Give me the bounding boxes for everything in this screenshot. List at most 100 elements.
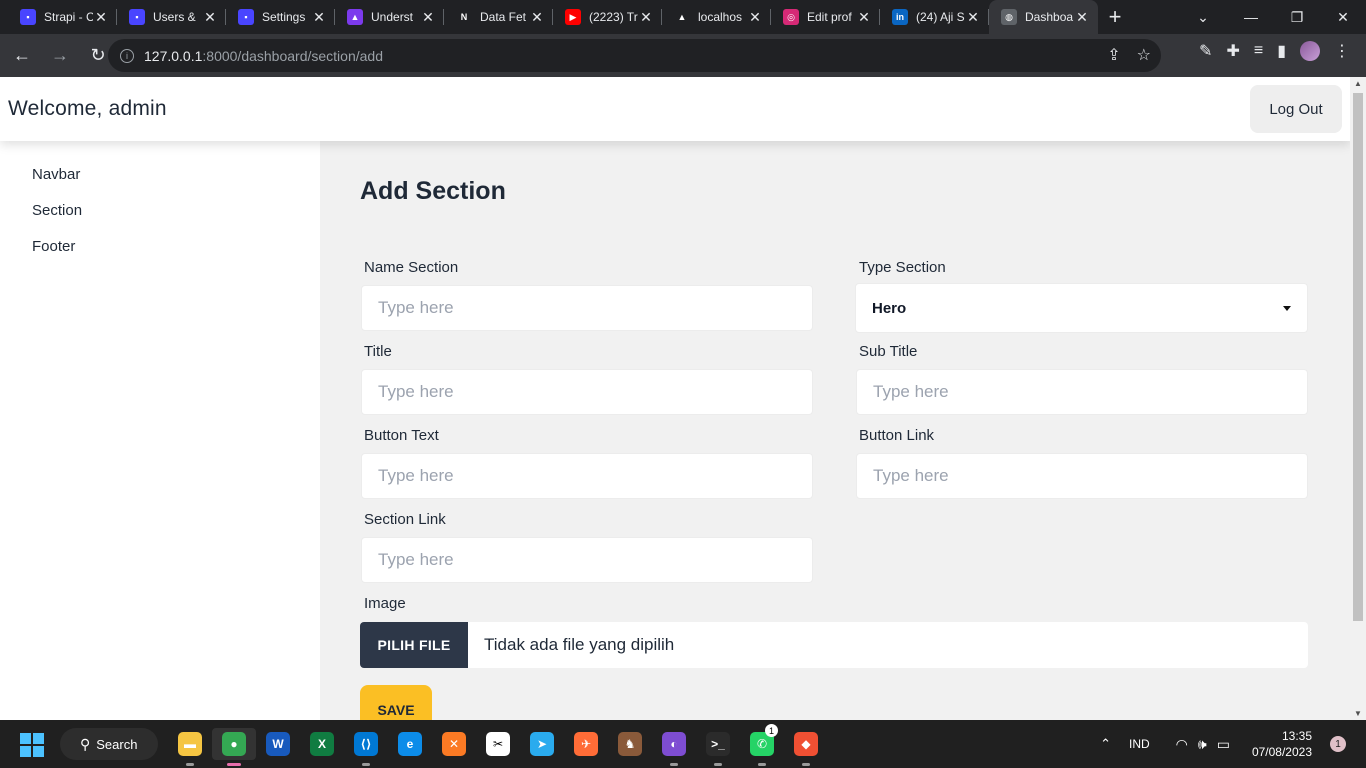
close-tab-icon[interactable]: ✕ [420, 9, 436, 26]
browser-tab[interactable]: N Data Fet ✕ [444, 0, 553, 34]
close-tab-icon[interactable]: ✕ [202, 9, 218, 26]
taskbar-app-xampp[interactable]: ✕ [432, 728, 476, 760]
taskbar-app-excel[interactable]: X [300, 728, 344, 760]
sub-title-input[interactable]: Type here [856, 369, 1308, 415]
tab-title: Users & [153, 10, 196, 24]
close-tab-icon[interactable]: ✕ [638, 9, 654, 26]
clock[interactable]: 13:35 07/08/2023 [1252, 728, 1312, 760]
language-indicator[interactable]: IND [1129, 737, 1150, 751]
taskbar-app-vscode[interactable]: ⟨⟩ [344, 728, 388, 766]
close-tab-icon[interactable]: ✕ [747, 9, 763, 26]
scroll-up-arrow-icon[interactable]: ▲ [1354, 79, 1362, 88]
tab-favicon-icon: ▶ [565, 9, 581, 25]
close-tab-icon[interactable]: ✕ [1074, 9, 1090, 26]
web-page: Welcome, admin Log Out Navbar Section Fo… [0, 77, 1350, 720]
taskbar-app-git[interactable]: ◆ [784, 728, 828, 766]
scroll-down-arrow-icon[interactable]: ▼ [1354, 709, 1362, 718]
browser-tab[interactable]: ◎ Edit prof ✕ [771, 0, 880, 34]
sidebar-item-footer[interactable]: Footer [0, 235, 320, 271]
show-hidden-icons-chevron-icon[interactable]: ⌃ [1100, 736, 1111, 752]
browser-tab[interactable]: ▪ Strapi - C ✕ [8, 0, 117, 34]
notification-badge[interactable]: 1 [1330, 736, 1346, 752]
extensions-area: ✎ ✚ ≡ ▮ ⋮ [1199, 41, 1350, 61]
taskbar-app-file-explorer[interactable]: ▬ [168, 728, 212, 766]
taskbar-app-tor[interactable]: ◐ [652, 728, 696, 766]
page-scrollbar[interactable]: ▲ ▼ [1350, 77, 1366, 720]
image-file-input[interactable]: PILIH FILE Tidak ada file yang dipilih [360, 622, 1308, 668]
tab-title: localhos [698, 10, 743, 24]
taskbar-app-chrome[interactable]: ● [212, 728, 256, 766]
media-controls-icon[interactable]: ≡ [1254, 42, 1263, 60]
side-panel-icon[interactable]: ▮ [1277, 41, 1286, 61]
sidebar-item-section[interactable]: Section [0, 199, 320, 235]
eyedropper-icon[interactable]: ✎ [1199, 41, 1212, 61]
file-status-text: Tidak ada file yang dipilih [484, 635, 675, 654]
system-tray: ⌃ IND ◠ 🕪 ▭ 13:35 07/08/2023 1 [1100, 720, 1366, 768]
extensions-puzzle-icon[interactable]: ✚ [1226, 41, 1239, 61]
taskbar-app-game[interactable]: ♞ [608, 728, 652, 760]
running-indicator [227, 763, 241, 766]
browser-tab[interactable]: in (24) Aji S ✕ [880, 0, 989, 34]
type-section-select[interactable]: Hero [855, 283, 1308, 333]
tab-search-icon[interactable]: ⌄ [1178, 0, 1228, 34]
browser-tab[interactable]: ▪ Users & ✕ [117, 0, 226, 34]
name-section-input[interactable]: Type here [361, 285, 813, 331]
back-button[interactable]: ← [6, 40, 38, 72]
word-icon: W [266, 732, 290, 756]
tab-favicon-icon: ▪ [129, 9, 145, 25]
taskbar-app-whatsapp[interactable]: ✆ 1 [740, 724, 784, 766]
logout-button[interactable]: Log Out [1250, 85, 1342, 133]
button-link-input[interactable]: Type here [856, 453, 1308, 499]
name-section-label: Name Section [364, 259, 459, 276]
button-text-label: Button Text [364, 427, 439, 444]
tab-list: ▪ Strapi - C ✕ ▪ Users & ✕ ▪ Settings ✕ ▲ Underst ✕… [0, 0, 1098, 34]
address-bar[interactable]: i 127.0.0.1:8000/dashboard/section/add ⇪… [108, 39, 1161, 72]
tab-favicon-icon: ◎ [783, 9, 799, 25]
browser-tab[interactable]: ▲ localhos ✕ [662, 0, 771, 34]
new-tab-button[interactable]: + [1098, 0, 1132, 34]
taskbar-app-terminal[interactable]: >_ [696, 728, 740, 766]
forward-button[interactable]: → [44, 40, 76, 72]
taskbar-app-word[interactable]: W [256, 728, 300, 760]
minimize-button[interactable]: — [1228, 0, 1274, 34]
windows-start-icon[interactable] [20, 733, 44, 757]
close-tab-icon[interactable]: ✕ [93, 9, 109, 26]
profile-avatar[interactable] [1300, 41, 1320, 61]
chevron-down-icon [1283, 306, 1291, 311]
browser-tab[interactable]: ▪ Settings ✕ [226, 0, 335, 34]
scrollbar-thumb[interactable] [1353, 93, 1363, 621]
taskbar-app-edge[interactable]: e [388, 728, 432, 760]
tab-title: Edit prof [807, 10, 852, 24]
system-status[interactable]: ◠ 🕪 ▭ [1176, 736, 1230, 753]
taskbar-app-telegram[interactable]: ➤ [520, 728, 564, 760]
choose-file-button[interactable]: PILIH FILE [360, 622, 468, 668]
taskbar-app-capcut[interactable]: ✂ [476, 728, 520, 760]
browser-tab[interactable]: ▶ (2223) Tr ✕ [553, 0, 662, 34]
button-text-input[interactable]: Type here [361, 453, 813, 499]
tor-icon: ◐ [662, 732, 686, 756]
sidebar-item-navbar[interactable]: Navbar [0, 163, 320, 199]
site-info-icon[interactable]: i [120, 48, 134, 63]
tab-title: Strapi - C [44, 10, 93, 24]
restore-button[interactable]: ❐ [1274, 0, 1320, 34]
bookmark-star-icon[interactable]: ☆ [1137, 45, 1151, 65]
close-window-button[interactable]: ✕ [1320, 0, 1366, 34]
browser-tab[interactable]: ▲ Underst ✕ [335, 0, 444, 34]
terminal-icon: >_ [706, 732, 730, 756]
tab-favicon-icon: in [892, 9, 908, 25]
section-link-input[interactable]: Type here [361, 537, 813, 583]
close-tab-icon[interactable]: ✕ [856, 9, 872, 26]
taskbar-app-postman[interactable]: ✈ [564, 728, 608, 760]
welcome-text: Welcome, admin [8, 97, 167, 120]
close-tab-icon[interactable]: ✕ [965, 9, 981, 26]
running-indicator [802, 763, 810, 766]
close-tab-icon[interactable]: ✕ [529, 9, 545, 26]
git-icon: ◆ [794, 732, 818, 756]
taskbar-search[interactable]: ⚲ Search [60, 728, 158, 760]
close-tab-icon[interactable]: ✕ [311, 9, 327, 26]
browser-tab[interactable]: ◍ Dashboa ✕ [989, 0, 1098, 34]
title-input[interactable]: Type here [361, 369, 813, 415]
share-icon[interactable]: ⇪ [1107, 45, 1120, 65]
save-button[interactable]: SAVE [360, 685, 432, 720]
chrome-menu-icon[interactable]: ⋮ [1334, 41, 1350, 61]
